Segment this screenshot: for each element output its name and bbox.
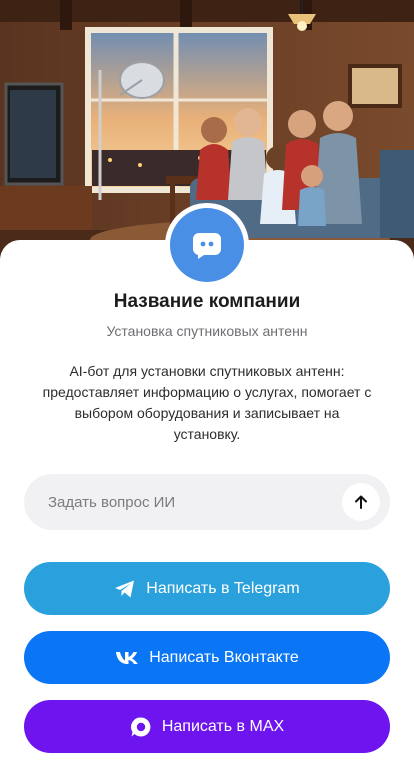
vk-button-label: Написать Вконтакте xyxy=(149,648,299,666)
vk-button[interactable]: Написать Вконтакте xyxy=(24,631,390,684)
chat-bubble-icon xyxy=(170,208,244,282)
company-avatar xyxy=(165,203,249,287)
company-description: AI-бот для установки спутниковых антенн:… xyxy=(42,363,372,442)
arrow-up-icon xyxy=(355,495,367,509)
max-icon xyxy=(130,716,152,738)
vk-icon xyxy=(115,651,139,665)
ask-ai-input[interactable] xyxy=(48,493,342,511)
send-button[interactable] xyxy=(342,483,380,521)
telegram-button-label: Написать в Telegram xyxy=(146,579,300,597)
max-button[interactable]: Написать в MAX xyxy=(24,700,390,753)
company-subtitle: Установка спутниковых антенн xyxy=(106,323,308,339)
ask-ai-field xyxy=(24,474,390,530)
max-button-label: Написать в MAX xyxy=(161,717,285,735)
telegram-button[interactable]: Написать в Telegram xyxy=(24,562,390,615)
company-name: Название компании xyxy=(113,291,301,312)
telegram-icon xyxy=(114,579,136,599)
